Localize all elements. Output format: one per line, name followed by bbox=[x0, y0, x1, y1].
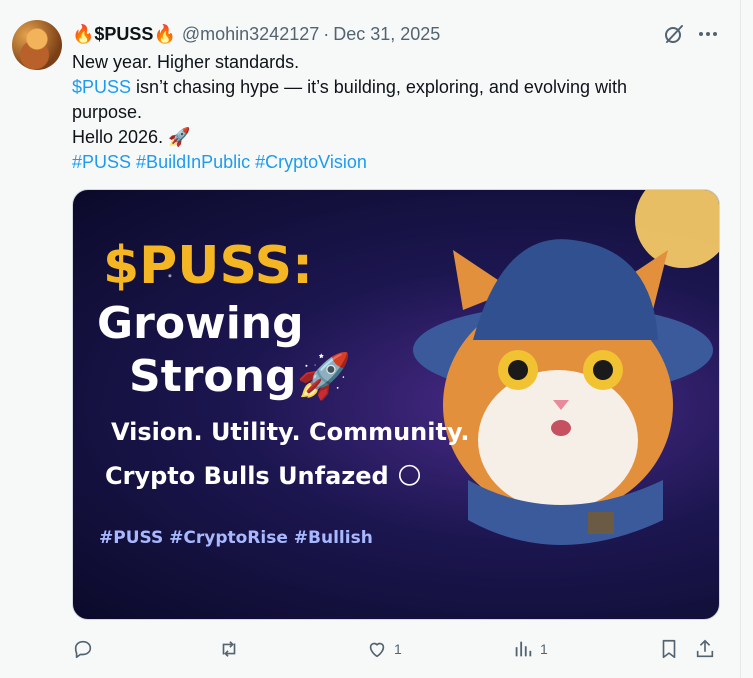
heart-icon bbox=[369, 642, 385, 658]
share-button[interactable] bbox=[694, 634, 716, 664]
like-button[interactable]: 1 bbox=[366, 634, 402, 664]
reply-button[interactable] bbox=[72, 634, 94, 664]
text-line: purpose. bbox=[72, 102, 143, 122]
share-icon bbox=[696, 639, 714, 658]
text-fragment: isn’t chasing hype — it’s building, expl… bbox=[131, 77, 627, 97]
bookmark-icon bbox=[662, 639, 676, 659]
image-hashtags: #PUSS #CryptoRise #Bullish bbox=[99, 528, 373, 548]
hashtag-line: #PUSS #BuildInPublic #CryptoVision bbox=[72, 150, 712, 175]
hashtag-link[interactable]: #PUSS bbox=[72, 152, 131, 172]
display-name[interactable]: 🔥$PUSS🔥 bbox=[72, 24, 176, 45]
image-line2: Growing bbox=[97, 298, 304, 349]
image-headline: $PUSS: bbox=[103, 236, 313, 296]
image-subtagline: Crypto Bulls Unfazed 🌕 bbox=[105, 462, 423, 490]
handle[interactable]: @mohin3242127 bbox=[182, 24, 319, 45]
tweet-text: New year. Higher standards. $PUSS isn’t … bbox=[72, 50, 712, 175]
retweet-button[interactable] bbox=[218, 634, 240, 664]
bookmark-button[interactable] bbox=[658, 634, 680, 664]
action-bar: 1 1 bbox=[72, 634, 722, 664]
cashtag-link[interactable]: $PUSS bbox=[72, 77, 131, 97]
image-line3: Strong🚀 bbox=[129, 351, 352, 402]
text-line: $PUSS isn’t chasing hype — it’s building… bbox=[72, 75, 712, 100]
separator-dot: · bbox=[323, 23, 330, 44]
image-tagline: Vision. Utility. Community. bbox=[111, 418, 470, 446]
text-line: Hello 2026. 🚀 bbox=[72, 127, 191, 147]
hashtag-link[interactable]: #CryptoVision bbox=[255, 152, 367, 172]
like-count: 1 bbox=[394, 641, 402, 657]
tweet-date[interactable]: Dec 31, 2025 bbox=[333, 24, 440, 45]
tweet-header: 🔥$PUSS🔥 @mohin3242127 · Dec 31, 2025 bbox=[72, 22, 722, 46]
tweet-card[interactable]: 🔥$PUSS🔥 @mohin3242127 · Dec 31, 2025 New… bbox=[0, 0, 741, 678]
avatar[interactable] bbox=[12, 20, 62, 70]
more-options-icon[interactable] bbox=[696, 22, 720, 46]
retweet-icon bbox=[222, 641, 236, 657]
text-line: New year. Higher standards. bbox=[72, 52, 300, 72]
hashtag-link[interactable]: #BuildInPublic bbox=[136, 152, 250, 172]
views-button[interactable]: 1 bbox=[512, 634, 548, 664]
views-count: 1 bbox=[540, 641, 548, 657]
reply-icon bbox=[74, 640, 92, 659]
views-icon bbox=[515, 641, 532, 657]
tweet-image[interactable]: $PUSS: Growing Strong🚀 Vision. Utility. … bbox=[72, 189, 720, 620]
grok-icon[interactable] bbox=[662, 22, 686, 46]
